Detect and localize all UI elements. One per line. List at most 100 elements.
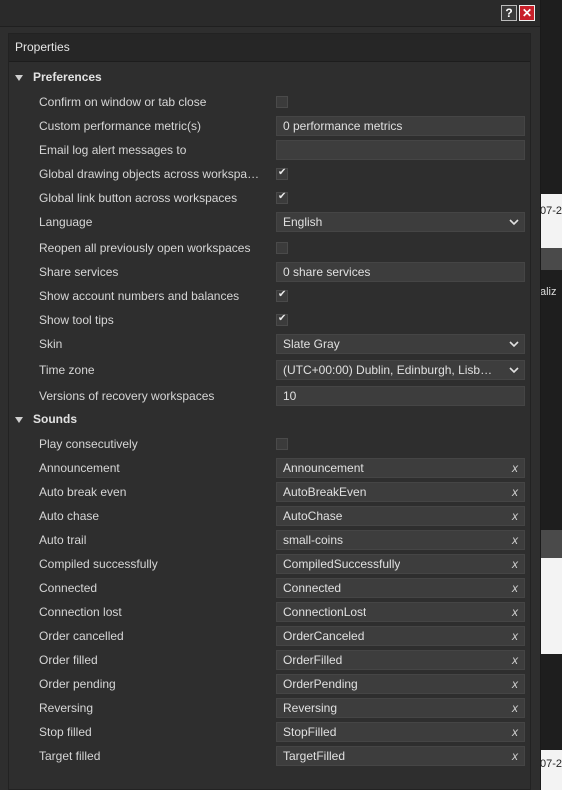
clear-sound-button[interactable]: x (512, 747, 518, 765)
sound-file-field[interactable]: small-coins x (276, 530, 525, 550)
field-value: OrderCanceled (283, 629, 365, 643)
property-label: Order cancelled (39, 629, 124, 643)
properties-header: Properties (9, 34, 530, 62)
bg-divider (538, 530, 562, 558)
close-button[interactable]: ✕ (519, 5, 535, 21)
section-preferences[interactable]: Preferences (0, 67, 520, 87)
property-label: Compiled successfully (39, 557, 158, 571)
field-value: CompiledSuccessfully (283, 557, 401, 571)
section-sounds[interactable]: Sounds (0, 409, 520, 429)
clear-sound-button[interactable]: x (512, 531, 518, 549)
property-label: Play consecutively (39, 437, 138, 451)
preference-row-show-account-numbers-and-balances: Show account numbers and balances (0, 284, 530, 308)
checkbox[interactable] (276, 96, 288, 108)
property-label: Show account numbers and balances (39, 289, 240, 303)
bg-white-panel (538, 558, 562, 654)
sound-file-field[interactable]: StopFilled x (276, 722, 525, 742)
chevron-down-icon[interactable] (509, 365, 519, 375)
sound-file-field[interactable]: Announcement x (276, 458, 525, 478)
checkbox[interactable] (276, 242, 288, 254)
clear-sound-button[interactable]: x (512, 579, 518, 597)
sound-file-field[interactable]: ConnectionLost x (276, 602, 525, 622)
clear-sound-button[interactable]: x (512, 459, 518, 477)
property-label: Stop filled (39, 725, 92, 739)
checkbox[interactable] (276, 438, 288, 450)
sound-file-field[interactable]: OrderFilled x (276, 650, 525, 670)
sound-row-target-filled: Target filled TargetFilled x (0, 744, 530, 768)
field-value: 0 share services (283, 265, 371, 279)
clear-sound-button[interactable]: x (512, 627, 518, 645)
sound-row-announcement: Announcement Announcement x (0, 456, 530, 480)
sound-row-compiled-successfully: Compiled successfully CompiledSuccessfull… (0, 552, 530, 576)
bg-footer (538, 750, 562, 790)
dropdown-select[interactable]: (UTC+00:00) Dublin, Edinburgh, Lisbon, L… (276, 360, 525, 380)
text-field[interactable]: 0 share services (276, 262, 525, 282)
sound-file-field[interactable]: Reversing x (276, 698, 525, 718)
sound-row-play-consecutively: Play consecutively (0, 432, 530, 456)
section-label: Preferences (33, 70, 102, 84)
property-label: Order pending (39, 677, 116, 691)
clear-sound-button[interactable]: x (512, 603, 518, 621)
sound-file-field[interactable]: AutoChase x (276, 506, 525, 526)
preference-row-skin: Skin Slate Gray (0, 332, 530, 356)
property-label: Auto break even (39, 485, 127, 499)
field-value: 0 performance metrics (283, 119, 403, 133)
field-value: English (283, 215, 323, 229)
sound-row-reversing: Reversing Reversing x (0, 696, 530, 720)
clear-sound-button[interactable]: x (512, 507, 518, 525)
property-label: Show tool tips (39, 313, 114, 327)
preference-row-language: Language English (0, 210, 530, 234)
checkbox[interactable] (276, 289, 288, 302)
bg-footer-date: 07-2 (540, 758, 562, 770)
clear-sound-button[interactable]: x (512, 723, 518, 741)
property-label: Confirm on window or tab close (39, 95, 207, 109)
collapse-triangle-icon[interactable] (15, 417, 23, 423)
checkbox[interactable] (276, 313, 288, 326)
clear-sound-button[interactable]: x (512, 675, 518, 693)
checkbox[interactable] (276, 191, 288, 204)
property-label: Reversing (39, 701, 94, 715)
sound-row-stop-filled: Stop filled StopFilled x (0, 720, 530, 744)
clear-sound-button[interactable]: x (512, 699, 518, 717)
sound-file-field[interactable]: TargetFilled x (276, 746, 525, 766)
field-value: Reversing (283, 701, 338, 715)
bg-dark-panel (538, 654, 562, 750)
checkbox[interactable] (276, 167, 288, 180)
sound-file-field[interactable]: OrderPending x (276, 674, 525, 694)
collapse-triangle-icon[interactable] (15, 75, 23, 81)
sound-file-field[interactable]: AutoBreakEven x (276, 482, 525, 502)
text-field[interactable]: 10 (276, 386, 525, 406)
property-label: Announcement (39, 461, 120, 475)
field-value: StopFilled (283, 725, 337, 739)
bg-date-area (538, 194, 562, 248)
help-button[interactable]: ? (501, 5, 517, 21)
sound-row-order-filled: Order filled OrderFilled x (0, 648, 530, 672)
sound-row-auto-break-even: Auto break even AutoBreakEven x (0, 480, 530, 504)
bg-analyzer-label: aliz (540, 286, 557, 298)
chevron-down-icon[interactable] (509, 339, 519, 349)
property-label: Skin (39, 337, 63, 351)
sound-file-field[interactable]: CompiledSuccessfully x (276, 554, 525, 574)
bg-date-label: 07-2 (540, 205, 562, 217)
preference-row-show-tool-tips: Show tool tips (0, 308, 530, 332)
field-value: TargetFilled (283, 749, 346, 763)
text-field[interactable] (276, 140, 525, 160)
dropdown-select[interactable]: English (276, 212, 525, 232)
clear-sound-button[interactable]: x (512, 483, 518, 501)
text-field[interactable]: 0 performance metrics (276, 116, 525, 136)
property-label: Custom performance metric(s) (39, 119, 202, 133)
properties-dialog: ? ✕ Properties Preferences Confirm on win… (0, 0, 541, 790)
property-label: Time zone (39, 363, 95, 377)
sound-file-field[interactable]: OrderCanceled x (276, 626, 525, 646)
clear-sound-button[interactable]: x (512, 555, 518, 573)
sound-row-order-cancelled: Order cancelled OrderCanceled x (0, 624, 530, 648)
clear-sound-button[interactable]: x (512, 651, 518, 669)
dialog-titlebar: ? ✕ (0, 0, 540, 27)
field-value: 10 (283, 389, 297, 403)
property-label: Language (39, 215, 93, 229)
dropdown-select[interactable]: Slate Gray (276, 334, 525, 354)
chevron-down-icon[interactable] (509, 217, 519, 227)
property-label: Global link button across workspaces (39, 191, 238, 205)
sound-file-field[interactable]: Connected x (276, 578, 525, 598)
bg-toolbar (538, 0, 562, 36)
